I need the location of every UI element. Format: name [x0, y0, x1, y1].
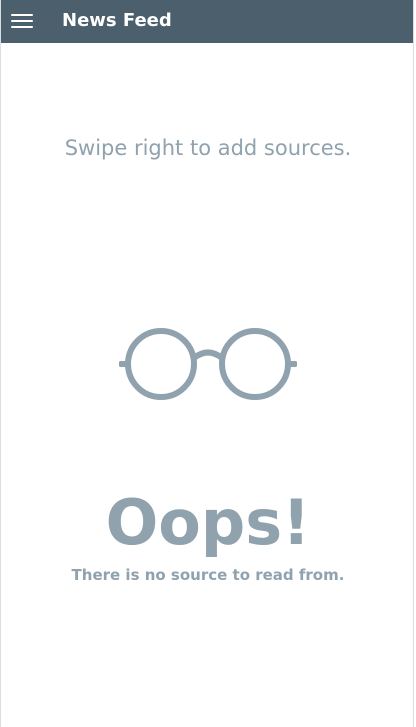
menu-button[interactable] — [11, 12, 33, 30]
page-title: News Feed — [62, 10, 172, 31]
top-app-bar: News Feed — [1, 0, 413, 43]
hamburger-menu-icon-line — [11, 20, 33, 22]
empty-state-message: There is no source to read from. — [71, 566, 345, 584]
glasses-bridge — [191, 349, 225, 361]
left-lens — [125, 328, 197, 400]
swipe-hint: Swipe right to add sources. — [64, 136, 352, 160]
news-feed-screen: News Feed Swipe right to add sources. Oo… — [0, 0, 414, 727]
empty-state-headline: Oops! — [105, 486, 311, 559]
hamburger-menu-icon-line — [11, 26, 33, 28]
right-lens — [219, 328, 291, 400]
hamburger-menu-icon — [11, 14, 33, 16]
glasses-icon — [119, 328, 297, 400]
